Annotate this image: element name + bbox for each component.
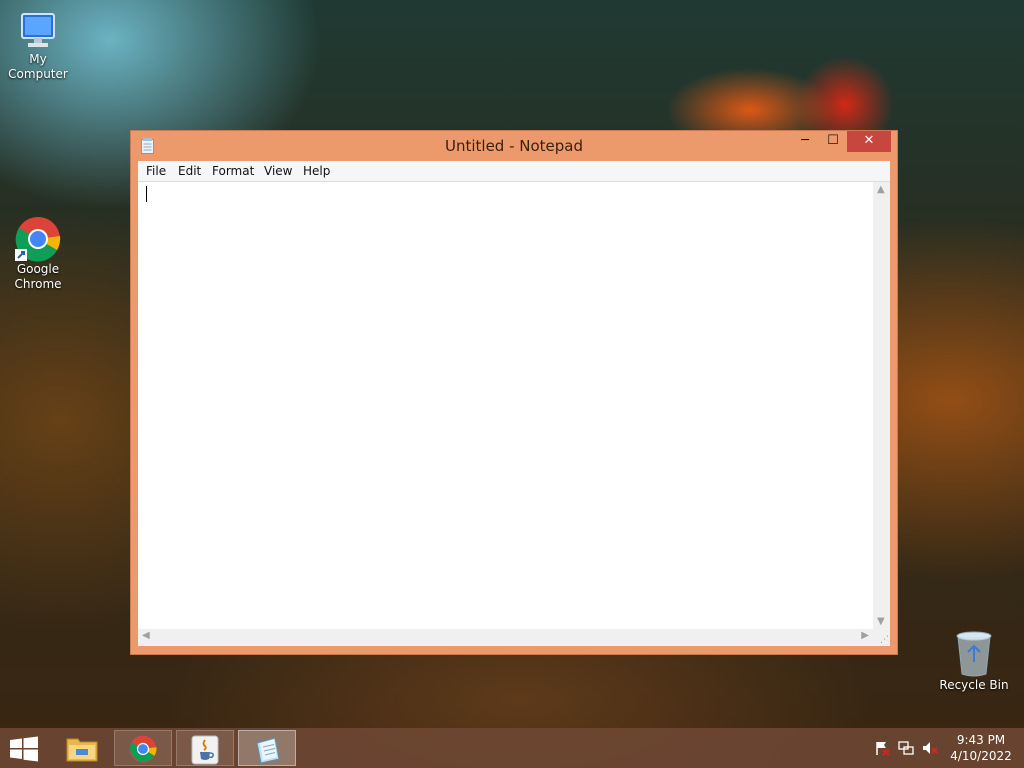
taskbar-java[interactable] — [176, 730, 234, 766]
taskbar: 9:43 PM 4/10/2022 — [0, 728, 1024, 768]
horizontal-scrollbar[interactable]: ◀ ▶ — [138, 629, 873, 646]
resize-grip[interactable]: ⋰ — [873, 629, 890, 646]
chrome-icon — [129, 735, 157, 763]
taskbar-notepad[interactable] — [238, 730, 296, 766]
desktop-icon-recycle-bin[interactable]: Recycle Bin — [936, 630, 1012, 693]
menu-help[interactable]: Help — [303, 164, 330, 178]
text-caret — [146, 186, 147, 202]
scroll-up-arrow-icon[interactable]: ▲ — [877, 184, 885, 195]
my-computer-icon — [21, 13, 55, 47]
resize-grip-icon: ⋰ — [880, 635, 889, 645]
window-title: Untitled - Notepad — [444, 137, 584, 155]
taskbar-chrome[interactable] — [114, 730, 172, 766]
close-button[interactable]: ✕ — [847, 131, 891, 152]
recycle-bin-label: Recycle Bin — [939, 678, 1009, 692]
menu-bar: File Edit Format View Help — [138, 161, 890, 182]
menu-edit[interactable]: Edit — [178, 164, 201, 178]
desktop-icon-my-computer[interactable]: My Computer — [0, 8, 76, 82]
minimize-button[interactable]: ─ — [791, 131, 819, 152]
taskbar-file-explorer[interactable] — [52, 730, 110, 766]
menu-file[interactable]: File — [146, 164, 166, 178]
clock-date: 4/10/2022 — [950, 749, 1012, 763]
windows-start-icon[interactable] — [8, 736, 40, 762]
recycle-bin-icon — [956, 631, 992, 677]
action-center-flag-icon[interactable] — [874, 740, 890, 756]
volume-muted-icon[interactable] — [922, 740, 938, 756]
vertical-scrollbar[interactable]: ▲ ▼ — [873, 182, 890, 629]
menu-format[interactable]: Format — [212, 164, 254, 178]
menu-view[interactable]: View — [264, 164, 292, 178]
my-computer-label: My Computer — [8, 52, 68, 81]
notepad-window: Untitled - Notepad ─ ☐ ✕ File Edit Forma… — [130, 130, 898, 655]
scroll-left-arrow-icon[interactable]: ◀ — [142, 630, 150, 641]
chrome-label: Google Chrome — [14, 262, 62, 291]
notepad-icon — [256, 737, 280, 764]
text-editor-area[interactable] — [138, 182, 873, 629]
maximize-button[interactable]: ☐ — [819, 131, 847, 152]
scroll-right-arrow-icon[interactable]: ▶ — [861, 630, 869, 641]
title-bar[interactable]: Untitled - Notepad ─ ☐ ✕ — [131, 131, 897, 161]
system-clock[interactable]: 9:43 PM 4/10/2022 — [944, 732, 1018, 764]
clock-time: 9:43 PM — [956, 733, 1006, 747]
desktop-icon-google-chrome[interactable]: Google Chrome — [0, 216, 76, 292]
scroll-down-arrow-icon[interactable]: ▼ — [877, 616, 885, 627]
java-icon — [191, 735, 219, 765]
file-explorer-icon — [66, 738, 98, 762]
chrome-icon — [15, 217, 61, 262]
network-icon[interactable] — [898, 740, 914, 756]
